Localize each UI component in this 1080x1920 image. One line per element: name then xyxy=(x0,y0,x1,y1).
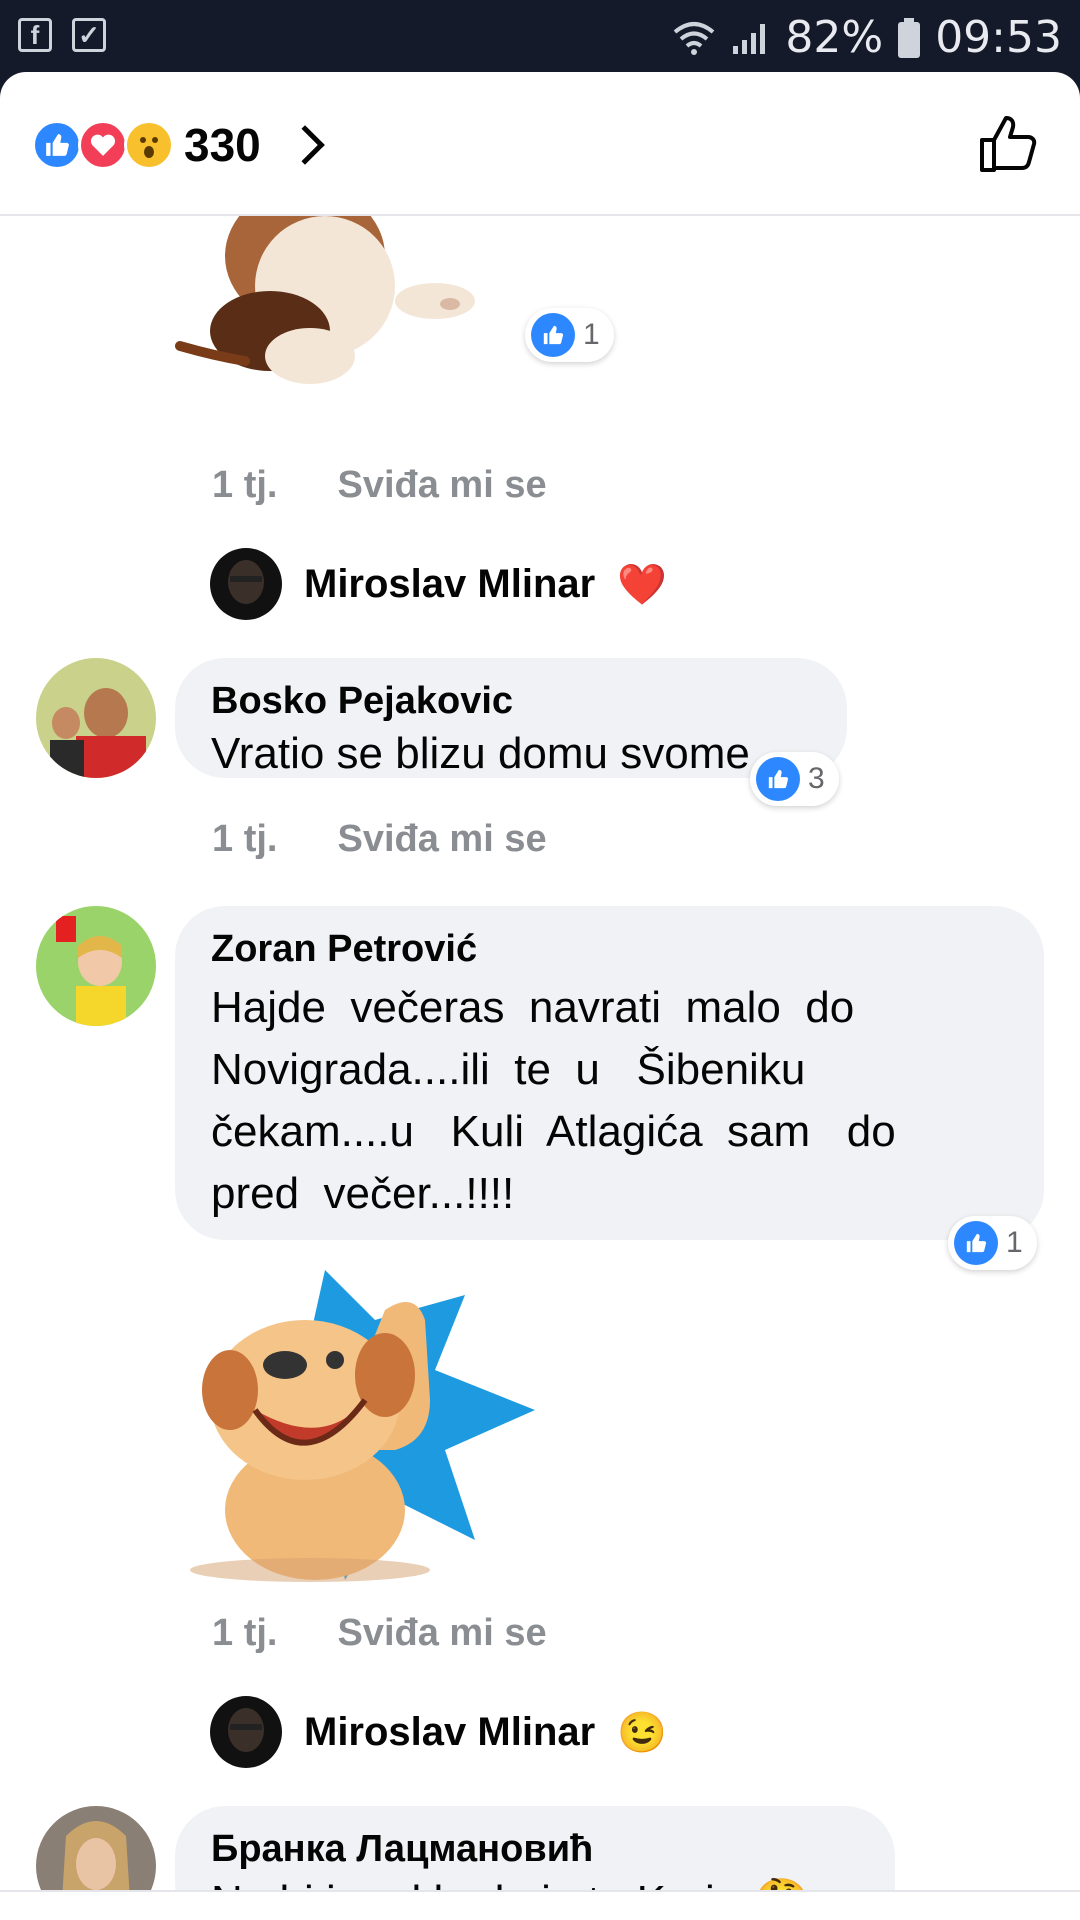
avatar[interactable] xyxy=(210,1696,282,1768)
like-icon xyxy=(531,313,575,357)
like-icon xyxy=(954,1221,998,1265)
comment-text: Vratio se blizu domu svome xyxy=(211,729,750,778)
comment-text-line: pred večer...!!!! xyxy=(211,1169,515,1218)
comment-text-line: Hajde večeras navrati malo do xyxy=(211,983,855,1032)
reply-author[interactable]: Miroslav Mlinar xyxy=(304,1710,595,1755)
wifi-icon xyxy=(674,21,715,55)
reaction-badge[interactable]: 1 xyxy=(948,1216,1037,1270)
like-reaction-icon xyxy=(32,120,82,170)
comment-text-line: čekam....u Kuli Atlagića sam do xyxy=(211,1107,896,1156)
comment-time[interactable]: 1 tj. xyxy=(212,464,277,507)
reaction-summary[interactable]: 330 xyxy=(32,118,325,172)
comment-time[interactable]: 1 tj. xyxy=(212,1612,277,1655)
reaction-badge[interactable]: 1 xyxy=(525,308,614,362)
battery-percent: 82% xyxy=(785,12,884,63)
reply-author[interactable]: Miroslav Mlinar xyxy=(304,562,595,607)
reaction-count: 330 xyxy=(184,119,261,171)
comment-bubble[interactable]: Bosko Pejakovic Vratio se blizu domu svo… xyxy=(175,658,847,778)
avatar[interactable] xyxy=(36,906,156,1026)
comment-time[interactable]: 1 tj. xyxy=(212,818,277,861)
like-link[interactable]: Sviđa mi se xyxy=(337,464,546,507)
comment-meta: 1 tj. Sviđa mi se xyxy=(212,464,547,507)
battery-icon xyxy=(898,17,921,58)
wow-reaction-icon xyxy=(124,120,174,170)
reaction-badge[interactable]: 3 xyxy=(750,752,839,806)
comment-author[interactable]: Бранка Лацмановић xyxy=(211,1828,859,1871)
comment-author[interactable]: Bosko Pejakovic xyxy=(211,680,811,723)
dog-sticker-partial xyxy=(175,216,475,384)
love-reaction-icon xyxy=(78,120,128,170)
comment-meta: 1 tj. Sviđa mi se xyxy=(212,818,547,861)
comment-bubble[interactable]: Zoran Petrović Hajde večeras navrati mal… xyxy=(175,906,1044,1240)
comments-sheet: 330 1 1 tj. Sviđa mi se Miroslav Mlinar … xyxy=(0,72,1080,1920)
clock: 09:53 xyxy=(935,12,1062,63)
reply-row[interactable]: Miroslav Mlinar 😉 xyxy=(210,1696,667,1768)
chevron-right-icon xyxy=(284,125,325,165)
comment-text-line: Novigrada....ili te u Šibeniku xyxy=(211,1045,806,1094)
avatar[interactable] xyxy=(210,548,282,620)
checklist-icon: ✓ xyxy=(72,18,106,52)
like-button-icon[interactable] xyxy=(976,112,1040,176)
dog-thumbs-up-sticker xyxy=(190,1270,535,1582)
bottom-edge xyxy=(0,1890,1080,1920)
reply-row[interactable]: Miroslav Mlinar ❤️ xyxy=(210,548,667,620)
heart-emoji-icon: ❤️ xyxy=(617,562,668,607)
comment-author[interactable]: Zoran Petrović xyxy=(211,928,1008,971)
wink-emoji-icon: 😉 xyxy=(617,1710,668,1755)
like-link[interactable]: Sviđa mi se xyxy=(337,818,546,861)
like-link[interactable]: Sviđa mi se xyxy=(337,1612,546,1655)
signal-icon xyxy=(733,23,766,54)
status-bar: f ✓ 82% 09:53 xyxy=(0,0,1080,72)
avatar[interactable] xyxy=(36,658,156,778)
reactions-header: 330 xyxy=(0,72,1080,216)
facebook-icon: f xyxy=(18,18,52,52)
like-icon xyxy=(756,757,800,801)
comment-meta: 1 tj. Sviđa mi se xyxy=(212,1612,547,1655)
